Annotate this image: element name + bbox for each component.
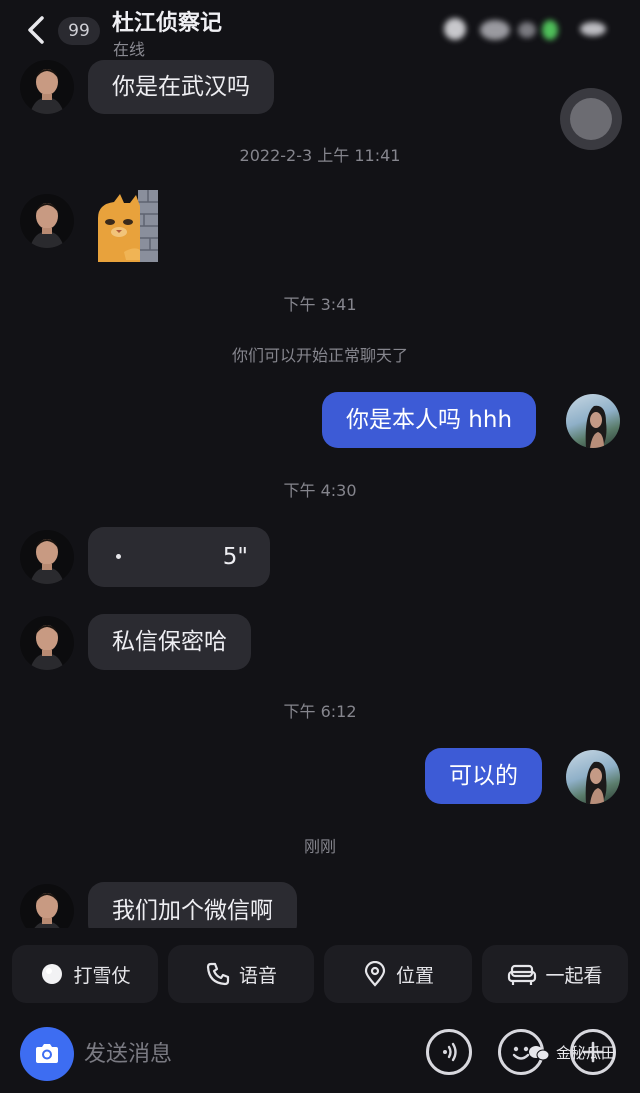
chat-title: 杜江侦察记 <box>112 11 223 36</box>
header-actions-blurred[interactable] <box>440 14 620 46</box>
quick-action-label: 位置 <box>395 964 434 987</box>
avatar[interactable] <box>20 60 74 114</box>
avatar[interactable] <box>566 394 620 448</box>
timestamp: 下午 4:30 <box>283 481 357 500</box>
avatar[interactable] <box>20 884 74 928</box>
cat-peeking-icon <box>98 190 158 262</box>
avatar[interactable] <box>20 616 74 670</box>
quick-action-label: 一起看 <box>545 964 603 987</box>
female-avatar-image <box>585 761 607 804</box>
location-button[interactable]: 位置 <box>324 945 472 1003</box>
message-bubble-outgoing[interactable]: 你是本人吗 hhh <box>322 392 537 448</box>
watermark-text: 金秘瓜田 <box>556 1044 617 1062</box>
male-avatar-image <box>30 539 64 584</box>
avatar[interactable] <box>20 530 74 584</box>
phone-icon <box>206 962 230 986</box>
timestamp: 刚刚 <box>303 837 336 856</box>
message-row-clipped: 我们加个微信啊 <box>0 870 640 928</box>
online-status: 在线 <box>113 40 146 59</box>
wechat-icon <box>529 1045 550 1060</box>
snowball-button[interactable]: 打雪仗 <box>12 945 158 1003</box>
system-notice: 你们可以开始正常聊天了 <box>231 346 408 365</box>
chevron-left-icon <box>28 16 44 44</box>
quick-action-label: 语音 <box>238 964 277 987</box>
message-bubble-incoming[interactable]: 我们加个微信啊 <box>88 882 297 928</box>
sofa-icon <box>508 964 537 985</box>
voice-message-bubble[interactable]: 5" <box>88 527 270 587</box>
timestamp: 下午 3:41 <box>283 295 357 314</box>
male-avatar-image <box>30 203 64 248</box>
voice-wave-icon <box>116 554 121 559</box>
message-input[interactable] <box>84 1035 404 1073</box>
quick-actions-bar: 打雪仗 语音 位置 一起看 <box>0 945 640 1005</box>
voice-wave-icon <box>443 1042 457 1062</box>
voice-duration: 5" <box>222 544 248 570</box>
quick-action-label: 打雪仗 <box>73 964 131 987</box>
female-avatar-image <box>585 405 607 448</box>
watermark: 金秘瓜田 <box>528 1042 616 1063</box>
message-bubble-incoming[interactable]: 你是在武汉吗 <box>88 60 274 114</box>
timestamp: 下午 6:12 <box>283 702 357 721</box>
camera-icon <box>36 1044 58 1063</box>
camera-button[interactable] <box>20 1027 74 1081</box>
floating-ball-button[interactable] <box>560 88 622 150</box>
watch-together-button[interactable]: 一起看 <box>482 945 628 1003</box>
message-bubble-incoming[interactable]: 私信保密哈 <box>88 614 251 670</box>
male-avatar-image <box>34 893 60 928</box>
timestamp: 2022-2-3 上午 11:41 <box>239 146 401 165</box>
male-avatar-image <box>30 625 64 670</box>
avatar[interactable] <box>20 194 74 248</box>
message-bubble-outgoing[interactable]: 可以的 <box>425 748 542 804</box>
snowball-icon <box>42 964 63 984</box>
back-button[interactable] <box>22 12 52 48</box>
unread-badge[interactable]: 99 <box>58 17 100 45</box>
avatar[interactable] <box>566 750 620 804</box>
voice-call-button[interactable]: 语音 <box>168 945 314 1003</box>
location-pin-icon <box>364 961 386 987</box>
voice-input-button[interactable] <box>426 1029 472 1075</box>
cat-sticker[interactable] <box>94 190 160 264</box>
male-avatar-image <box>30 69 64 114</box>
chat-header: 99 杜江侦察记 在线 <box>0 0 640 60</box>
